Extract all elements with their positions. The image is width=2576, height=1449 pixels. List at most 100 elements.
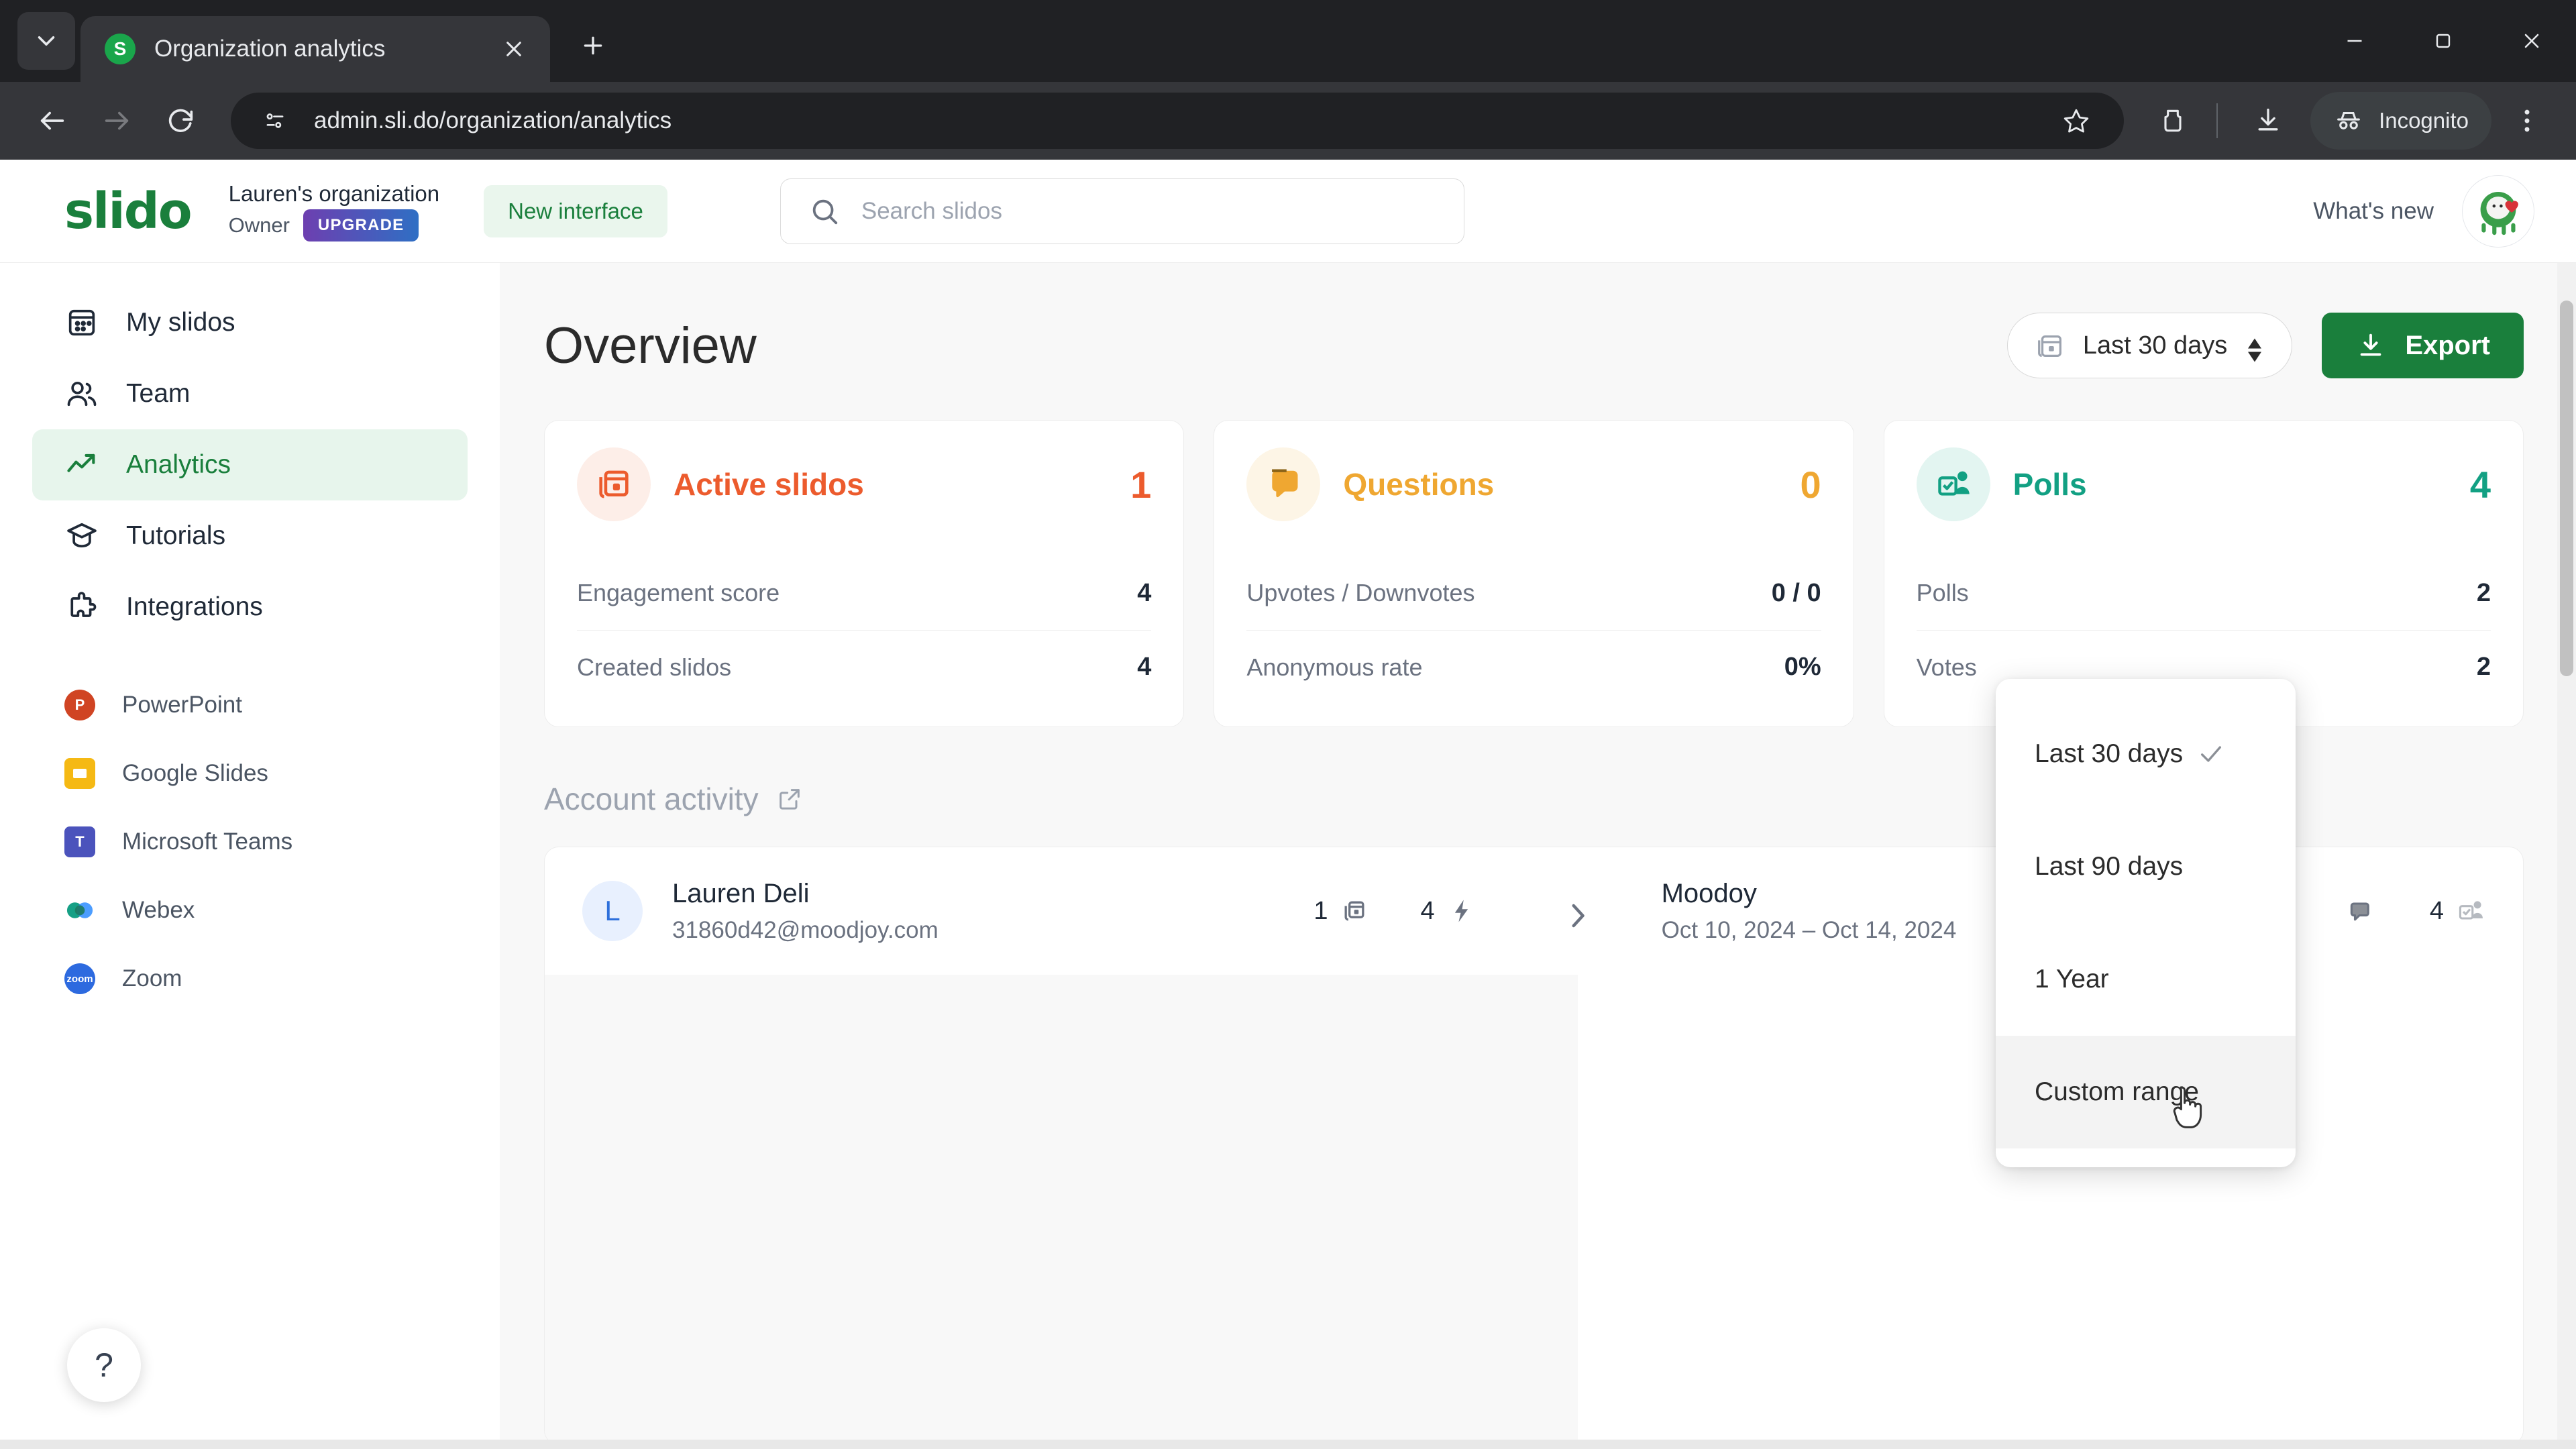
sidebar-item-label: Analytics (126, 450, 231, 479)
upgrade-badge[interactable]: UPGRADE (303, 209, 419, 241)
webex-icon (64, 895, 95, 926)
stat-card-value: 0 (1800, 463, 1821, 506)
stat-row-key: Polls (1916, 579, 1969, 606)
integration-item-webex[interactable]: Webex (32, 876, 468, 945)
star-icon[interactable] (2051, 96, 2101, 146)
active-slidos-icon (577, 447, 651, 521)
metric-engagement: 4 (1420, 896, 1476, 926)
sidebar-item-label: Tutorials (126, 521, 226, 550)
stat-row-value: 2 (2476, 578, 2491, 607)
powerpoint-icon: P (64, 690, 95, 720)
download-icon[interactable] (2239, 92, 2297, 150)
dropdown-item-1-year[interactable]: 1 Year (1996, 923, 2296, 1036)
event-block: Moodoy Oct 10, 2024 – Oct 14, 2024 (1662, 879, 1957, 944)
sidebar-item-analytics[interactable]: Analytics (32, 429, 468, 500)
stat-row-key: Anonymous rate (1246, 653, 1423, 681)
download-icon (2360, 333, 2381, 356)
tab-title: Organization analytics (154, 36, 386, 62)
close-icon[interactable] (496, 32, 531, 66)
chevron-right-icon[interactable] (1568, 896, 1588, 928)
dropdown-item-custom-range[interactable]: Custom range (1996, 1036, 2296, 1148)
scrollbar-thumb[interactable] (2560, 301, 2573, 676)
dropdown-item-label: Last 30 days (2035, 739, 2184, 768)
polls-small-icon (2459, 901, 2483, 920)
trending-up-icon (64, 447, 99, 482)
sidebar-item-integrations[interactable]: Integrations (32, 572, 468, 643)
sidebar-item-label: Team (126, 379, 191, 408)
sidebar-item-tutorials[interactable]: Tutorials (32, 500, 468, 572)
integration-item-microsoft-teams[interactable]: T Microsoft Teams (32, 808, 468, 876)
incognito-indicator[interactable]: Incognito (2310, 92, 2491, 150)
address-bar[interactable]: admin.sli.do/organization/analytics (231, 93, 2125, 149)
extensions-icon[interactable] (2144, 92, 2202, 150)
metric-value: 4 (2429, 896, 2444, 925)
slido-logo[interactable]: slido (64, 186, 193, 236)
export-button[interactable]: Export (2322, 313, 2524, 378)
new-interface-button[interactable]: New interface (484, 184, 667, 237)
stat-card-value: 1 (1130, 463, 1152, 506)
stat-row-value: 2 (2476, 653, 2491, 681)
page-scrollbar[interactable] (2557, 263, 2576, 1449)
organization-name: Lauren's organization (228, 180, 440, 206)
back-arrow-icon[interactable] (20, 89, 85, 153)
graduation-cap-icon (64, 519, 99, 553)
sidebar-item-my-slidos[interactable]: My slidos (32, 287, 468, 358)
dropdown-item-last-30-days[interactable]: Last 30 days (1996, 698, 2296, 810)
url-text: admin.sli.do/organization/analytics (314, 107, 672, 133)
new-tab-button[interactable] (566, 19, 620, 72)
incognito-label: Incognito (2379, 108, 2469, 133)
integration-label: Zoom (122, 965, 182, 991)
stat-row: Created slidos 4 (577, 630, 1152, 704)
sidebar-item-label: My slidos (126, 308, 235, 337)
stat-card-title: Active slidos (674, 467, 864, 502)
dropdown-item-last-90-days[interactable]: Last 90 days (1996, 810, 2296, 923)
tab-strip: S Organization analytics (0, 0, 2576, 82)
window-close-icon[interactable] (2487, 0, 2576, 82)
three-dot-menu-icon[interactable] (2498, 92, 2556, 150)
integration-label: Microsoft Teams (122, 828, 293, 855)
browser-window: S Organization analytics admin.sli.do/or… (0, 0, 2576, 1449)
event-name: Moodoy (1661, 878, 1757, 908)
whats-new-link[interactable]: What's new (2313, 198, 2434, 225)
user-email: 31860d42@moodjoy.com (672, 916, 938, 943)
stat-row-key: Created slidos (577, 653, 732, 681)
questions-bubble-icon (2350, 902, 2369, 921)
metric-polls: 4 (2430, 896, 2485, 926)
tab-search-icon[interactable] (17, 12, 75, 70)
slides-icon (64, 305, 99, 340)
stat-card-title: Questions (1343, 467, 1495, 502)
avatar: L (582, 881, 643, 941)
integration-item-powerpoint[interactable]: P PowerPoint (32, 671, 468, 739)
user-name: Lauren Deli (672, 878, 810, 908)
people-icon (64, 376, 99, 411)
help-button[interactable]: ? (67, 1328, 141, 1402)
stat-card-value: 4 (2469, 463, 2491, 506)
avatar[interactable] (2462, 174, 2534, 248)
check-icon (2198, 741, 2224, 767)
activity-detail-placeholder (545, 975, 1578, 1444)
minimize-icon[interactable] (2310, 0, 2399, 82)
stat-card-title: Polls (2012, 467, 2087, 502)
integration-label: PowerPoint (122, 692, 242, 718)
reload-icon[interactable] (149, 89, 213, 153)
metric-value: 4 (1420, 896, 1435, 925)
main-toolbar: Overview Last 30 days Export (544, 313, 2524, 378)
maximize-icon[interactable] (2399, 0, 2487, 82)
body-area: My slidos Team Analytics Tutorials Integ… (0, 263, 2576, 1449)
mouse-cursor (2173, 1086, 2202, 1128)
browser-tab[interactable]: S Organization analytics (80, 16, 550, 82)
search-icon (812, 199, 838, 224)
search-input[interactable]: Search slidos (780, 178, 1464, 244)
page-content: slido Lauren's organization Owner UPGRAD… (0, 160, 2576, 1449)
forward-arrow-icon[interactable] (85, 89, 149, 153)
dropdown-item-label: 1 Year (2035, 965, 2109, 994)
questions-icon (1246, 447, 1321, 521)
integration-item-zoom[interactable]: zoom Zoom (32, 945, 468, 1013)
integration-item-google-slides[interactable]: Google Slides (32, 739, 468, 808)
app-header: slido Lauren's organization Owner UPGRAD… (0, 160, 2576, 263)
date-range-selector[interactable]: Last 30 days (2006, 313, 2293, 378)
sidebar-item-team[interactable]: Team (32, 358, 468, 429)
stat-row: Anonymous rate 0% (1246, 630, 1821, 704)
polls-icon (1916, 447, 1990, 521)
site-settings-icon[interactable] (254, 99, 297, 142)
